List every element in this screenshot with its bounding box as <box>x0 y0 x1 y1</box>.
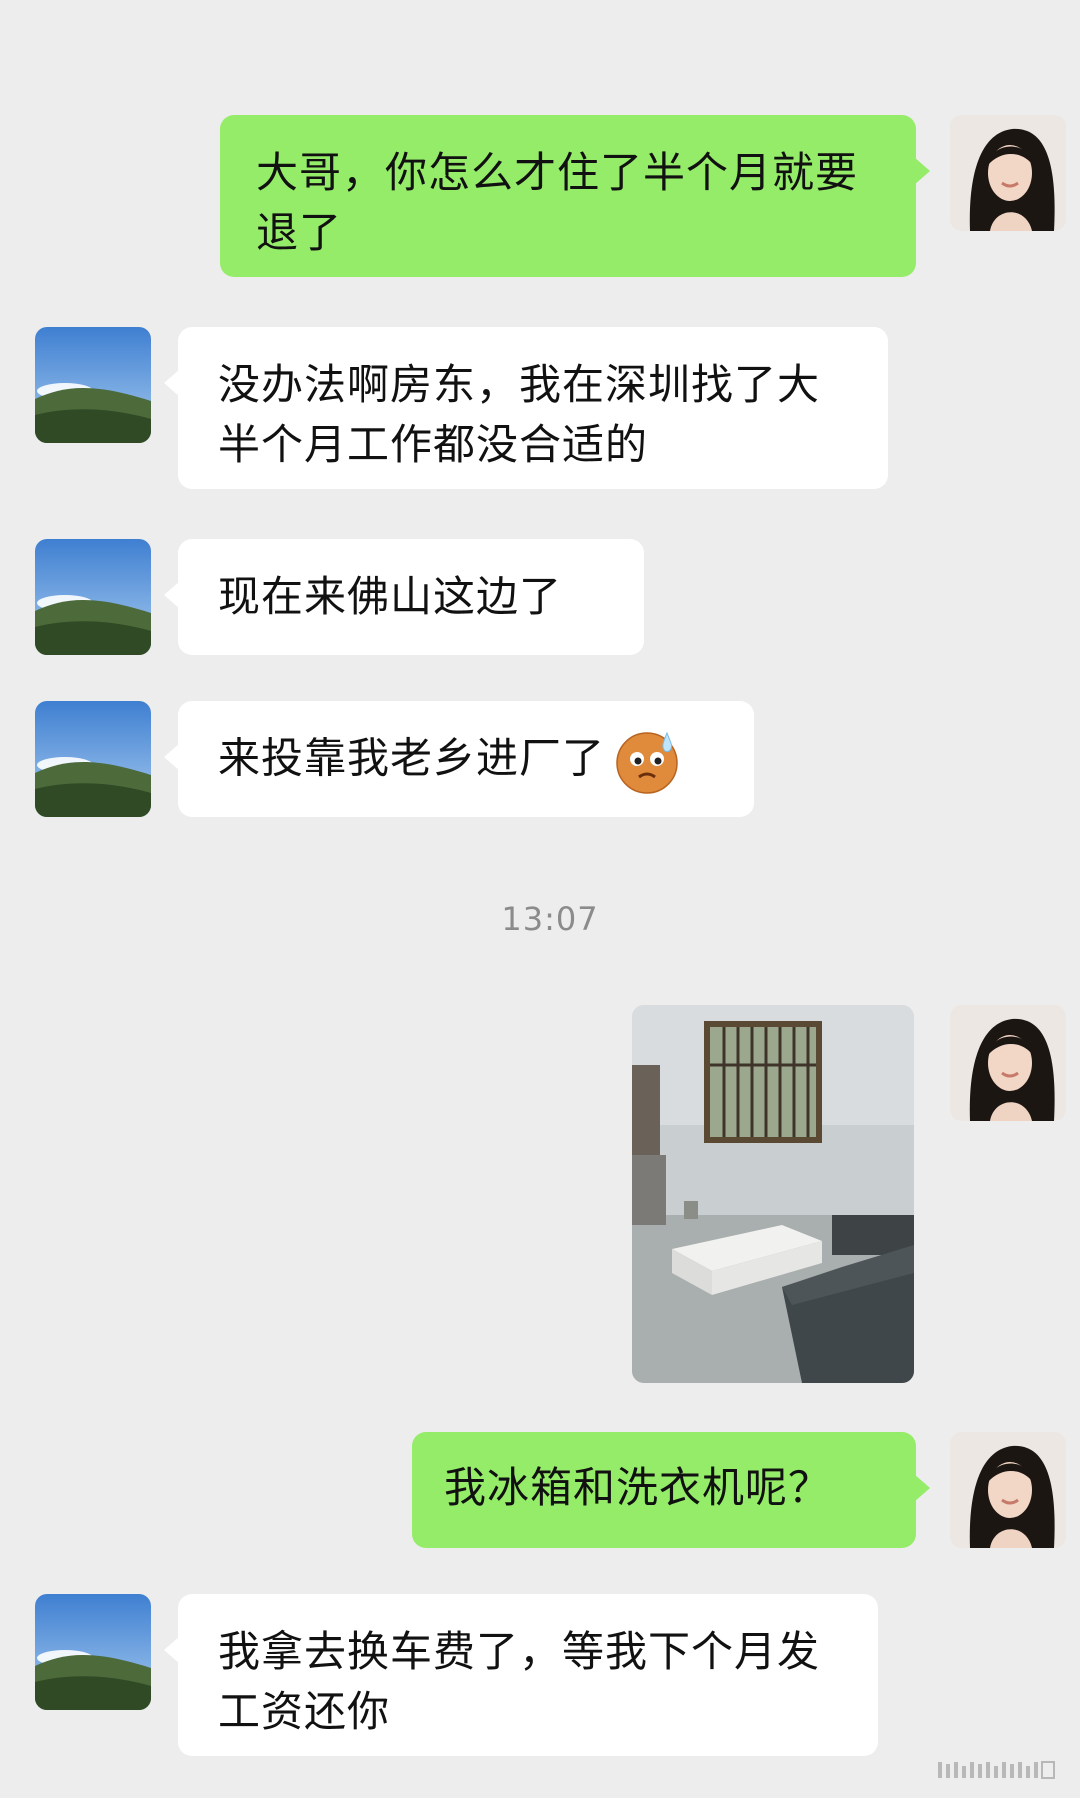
woman-portrait-avatar-icon <box>950 1432 1066 1548</box>
message-bubble-them[interactable]: 我拿去换车费了，等我下个月发工资还你 <box>164 1594 878 1756</box>
message-bubble-them[interactable]: 来投靠我老乡进厂了 <box>164 701 754 817</box>
mountain-sky-avatar-icon <box>35 539 151 655</box>
woman-portrait-avatar-icon <box>950 115 1066 231</box>
my-avatar[interactable] <box>950 1432 1066 1548</box>
their-avatar[interactable] <box>35 327 151 443</box>
message-text: 大哥，你怎么才住了半个月就要退了 <box>256 148 859 257</box>
mountain-sky-avatar-icon <box>35 1594 151 1710</box>
sweat-face-emoji-icon <box>616 731 678 794</box>
mountain-sky-avatar-icon <box>35 701 151 817</box>
their-avatar[interactable] <box>35 701 151 817</box>
message-bubble-me[interactable]: 我冰箱和洗衣机呢？ <box>412 1432 930 1548</box>
message-bubble-them[interactable]: 没办法啊房东，我在深圳找了大半个月工作都没合适的 <box>164 327 888 489</box>
message-bubble-me[interactable]: 大哥，你怎么才住了半个月就要退了 <box>220 115 930 277</box>
mountain-sky-avatar-icon <box>35 327 151 443</box>
my-avatar[interactable] <box>950 1005 1066 1121</box>
message-text: 没办法啊房东，我在深圳找了大半个月工作都没合适的 <box>218 360 821 469</box>
my-avatar[interactable] <box>950 115 1066 231</box>
room-photo[interactable] <box>632 1005 914 1383</box>
their-avatar[interactable] <box>35 1594 151 1710</box>
message-text: 我冰箱和洗衣机呢？ <box>444 1463 832 1512</box>
their-avatar[interactable] <box>35 539 151 655</box>
message-timestamp: 13:07 <box>501 900 599 938</box>
watermark-logo-icon <box>938 1761 1055 1779</box>
message-text: 来投靠我老乡进厂了 <box>218 733 606 783</box>
message-text: 我拿去换车费了，等我下个月发工资还你 <box>218 1627 821 1736</box>
message-text: 现在来佛山这边了 <box>218 572 563 621</box>
woman-portrait-avatar-icon <box>950 1005 1066 1121</box>
message-bubble-them[interactable]: 现在来佛山这边了 <box>164 539 644 655</box>
chat-window: 大哥，你怎么才住了半个月就要退了 没办法啊房东，我在深圳找了大半个月工作都没合适… <box>0 0 1080 1798</box>
room-photo-image <box>632 1005 914 1383</box>
